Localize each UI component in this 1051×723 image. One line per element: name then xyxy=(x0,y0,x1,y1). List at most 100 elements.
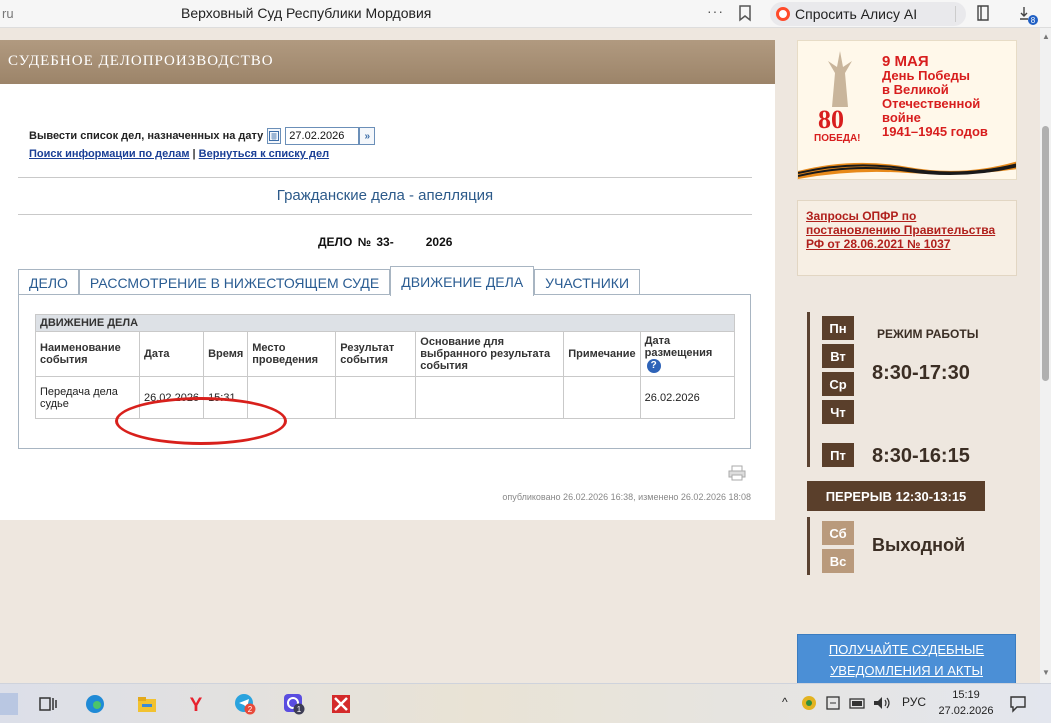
start-button-icon[interactable] xyxy=(0,693,18,715)
notifications-icon[interactable] xyxy=(1008,694,1028,714)
section-title: СУДЕБНОЕ ДЕЛОПРОИЗВОДСТВО xyxy=(8,53,274,69)
downloads-icon[interactable]: 8 xyxy=(1018,4,1040,26)
messenger-max-icon[interactable]: 1 xyxy=(283,693,305,715)
column-header: Основание для выбранного результата собы… xyxy=(415,331,565,377)
tab-case-movement[interactable]: ДВИЖЕНИЕ ДЕЛА xyxy=(390,266,535,296)
telegram-badge: 2 xyxy=(248,705,253,714)
date-filter-row: Вывести список дел, назначенных на дату … xyxy=(29,127,376,145)
tab-participants[interactable]: УЧАСТНИКИ xyxy=(534,269,641,295)
alice-icon xyxy=(776,7,790,21)
table-cell: 26.02.2026 xyxy=(639,376,736,419)
tray-app-icon[interactable] xyxy=(800,694,818,712)
clock-date: 27.02.2026 xyxy=(938,705,994,717)
column-header: Наименование события xyxy=(35,331,140,377)
scroll-thumb[interactable] xyxy=(1042,126,1049,381)
tab-lower-court[interactable]: РАССМОТРЕНИЕ В НИЖЕСТОЯЩЕМ СУДЕ xyxy=(78,269,391,295)
table-row: Передача дела судье 26.02.2026 15:31 26.… xyxy=(35,376,736,419)
day-tue: Вт xyxy=(822,344,854,368)
table-cell xyxy=(247,376,337,419)
court-notifications-button[interactable]: ПОЛУЧАЙТЕ СУДЕБНЫЕ УВЕДОМЛЕНИЯ И АКТЫ xyxy=(797,634,1016,684)
weekend-divider xyxy=(807,517,810,575)
pobeda-label: ПОБЕДА! xyxy=(814,133,861,144)
case-movement-table: ДВИЖЕНИЕ ДЕЛА Наименование события Дата … xyxy=(35,314,736,419)
day-thu: Чт xyxy=(822,400,854,424)
column-header: Дата размещения ? xyxy=(639,331,736,377)
st-george-ribbon xyxy=(798,161,1016,179)
bookmark-icon[interactable] xyxy=(738,4,752,22)
date-input[interactable] xyxy=(285,127,360,145)
case-number-label: ДЕЛО № 33- xyxy=(318,235,394,249)
case-number: ДЕЛО № 33- 2026 xyxy=(318,235,452,249)
weekday-hours: 8:30-17:30 xyxy=(872,362,970,384)
tab-case[interactable]: ДЕЛО xyxy=(18,269,79,295)
more-menu-icon[interactable]: ··· xyxy=(707,3,724,19)
opfr-notice: Запросы ОПФР по постановлению Правительс… xyxy=(797,200,1017,276)
friday-hours: 8:30-16:15 xyxy=(872,445,970,467)
weekend-label: Выходной xyxy=(872,535,966,555)
page-content: СУДЕБНОЕ ДЕЛОПРОИЗВОДСТВО Вывести список… xyxy=(0,28,1040,684)
case-tabs: ДЕЛО РАССМОТРЕНИЕ В НИЖЕСТОЯЩЕМ СУДЕ ДВИ… xyxy=(18,266,641,296)
back-to-list-link[interactable]: Вернуться к списку дел xyxy=(199,148,329,160)
file-explorer-icon[interactable] xyxy=(136,693,158,715)
network-icon[interactable] xyxy=(848,694,866,712)
page-scrollbar[interactable]: ▲ ▼ xyxy=(1040,28,1051,683)
hours-divider xyxy=(807,312,810,467)
table-cell: 15:31 xyxy=(203,376,249,419)
reading-mode-icon[interactable] xyxy=(975,4,991,22)
section-header: СУДЕБНОЕ ДЕЛОПРОИЗВОДСТВО xyxy=(0,40,775,84)
help-icon[interactable]: ? xyxy=(646,359,661,373)
yandex-browser-icon[interactable]: Y xyxy=(185,693,207,715)
day-mon: Пн xyxy=(822,316,854,340)
day-wed: Ср xyxy=(822,372,854,396)
max-badge: 1 xyxy=(297,705,302,714)
pdf-app-icon[interactable] xyxy=(330,693,352,715)
edge-browser-icon[interactable] xyxy=(84,693,106,715)
table-cell xyxy=(415,376,565,419)
column-header: Место проведения xyxy=(247,331,337,377)
windows-taskbar: Y 2 1 ^ РУС 15:19 27.02.2026 xyxy=(0,683,1051,723)
case-number-year: 2026 xyxy=(425,235,453,249)
day-sat: Сб xyxy=(822,521,854,545)
column-header: Результат события xyxy=(335,331,417,377)
task-view-icon[interactable] xyxy=(37,693,59,715)
table-cell xyxy=(563,376,641,419)
scroll-down-icon[interactable]: ▼ xyxy=(1042,668,1050,677)
notify-button-label: ПОЛУЧАЙТЕ СУДЕБНЫЕ УВЕДОМЛЕНИЯ И АКТЫ xyxy=(828,642,985,678)
svg-text:Y: Y xyxy=(190,695,203,715)
lunch-break: ПЕРЕРЫВ 12:30-13:15 xyxy=(807,481,985,511)
main-panel: СУДЕБНОЕ ДЕЛОПРОИЗВОДСТВО Вывести список… xyxy=(0,40,775,520)
victory-line: 1941–1945 годов xyxy=(882,124,988,139)
scroll-up-icon[interactable]: ▲ xyxy=(1042,32,1050,41)
victory-line: День Победы xyxy=(882,68,971,83)
table-cell xyxy=(335,376,417,419)
volume-icon[interactable] xyxy=(872,694,892,712)
opfr-notice-link[interactable]: Запросы ОПФР по постановлению Правительс… xyxy=(806,209,995,251)
day-fri: Пт xyxy=(822,443,854,467)
onedrive-icon[interactable] xyxy=(824,694,842,712)
victory-day-banner[interactable]: 80 ПОБЕДА! 9 МАЯ День Победы в Великой О… xyxy=(797,40,1017,180)
hours-title: РЕЖИМ РАБОТЫ xyxy=(877,327,979,341)
ask-alice-label: Спросить Алису AI xyxy=(795,6,918,22)
table-header-row: Наименование события Дата Время Место пр… xyxy=(35,331,736,377)
victory-line: в Великой xyxy=(882,82,949,97)
table-cell: 26.02.2026 xyxy=(138,376,205,419)
system-clock[interactable]: 15:19 27.02.2026 xyxy=(936,687,996,719)
print-icon[interactable] xyxy=(728,465,746,481)
address-bar-fragment[interactable]: ru xyxy=(2,6,14,21)
table-caption: ДВИЖЕНИЕ ДЕЛА xyxy=(35,314,735,332)
case-type-title: Гражданские дела - апелляция xyxy=(276,187,494,204)
calendar-icon[interactable] xyxy=(267,128,282,144)
column-header-label: Дата размещения xyxy=(644,335,713,359)
show-cases-button[interactable]: » xyxy=(359,127,376,145)
anniversary-number: 80 xyxy=(818,105,844,134)
input-language[interactable]: РУС xyxy=(902,695,926,709)
toolbar-divider xyxy=(955,6,956,22)
divider-bottom xyxy=(18,214,752,215)
telegram-icon[interactable]: 2 xyxy=(234,693,256,715)
ask-alice-button[interactable]: Спросить Алису AI xyxy=(770,2,966,26)
search-cases-link[interactable]: Поиск информации по делам xyxy=(29,148,189,160)
column-header: Примечание xyxy=(563,331,641,377)
monument-icon xyxy=(828,51,852,107)
clock-time: 15:19 xyxy=(952,689,980,701)
tray-chevron-icon[interactable]: ^ xyxy=(782,695,788,709)
